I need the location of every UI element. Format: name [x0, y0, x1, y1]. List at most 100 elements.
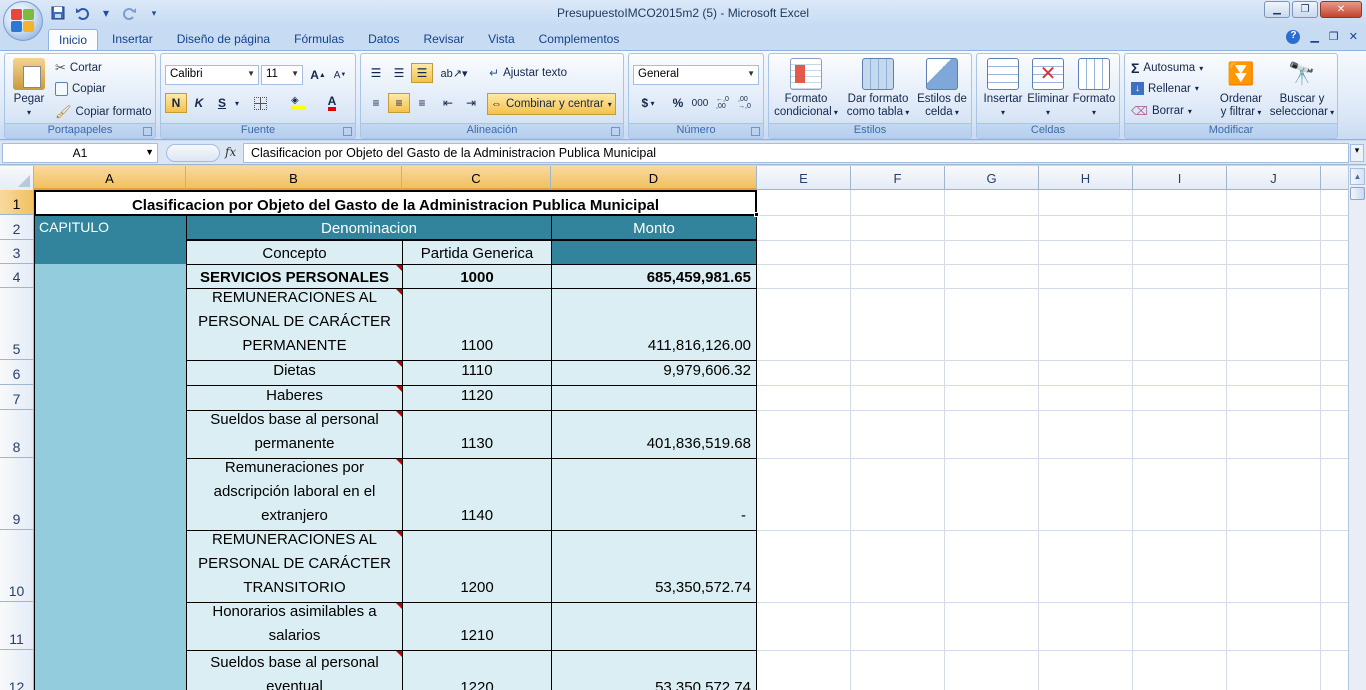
select-all-button[interactable] — [0, 166, 34, 190]
cell-d4[interactable]: 685,459,981.65 — [551, 264, 757, 289]
cell-a4-merged[interactable] — [34, 264, 187, 690]
cell-d8[interactable]: 401,836,519.68 — [551, 410, 757, 459]
cell-c5[interactable]: 1100 — [402, 288, 552, 361]
underline-dropdown-icon[interactable]: ▾ — [231, 93, 243, 113]
increase-indent-icon[interactable]: ⇥ — [460, 93, 482, 113]
tab-datos[interactable]: Datos — [358, 29, 409, 50]
row-header-9[interactable]: 9 — [0, 458, 34, 530]
cell-d10[interactable]: 53,350,572.74 — [551, 530, 757, 603]
cell-d11[interactable] — [551, 602, 757, 651]
font-size-combo[interactable]: 11 ▼ — [261, 65, 303, 85]
font-name-combo[interactable]: Calibri ▼ — [165, 65, 259, 85]
restore-button[interactable]: ❐ — [1292, 1, 1318, 18]
cell-b9[interactable]: Remuneraciones por adscripción laboral en… — [186, 458, 403, 531]
cell-b5[interactable]: REMUNERACIONES AL PERSONAL DE CARÁCTER PER… — [186, 288, 403, 361]
tab-inicio[interactable]: Inicio — [48, 29, 99, 50]
close-workbook-icon[interactable]: ✕ — [1349, 30, 1358, 44]
increase-decimal-button[interactable]: ←,0 ,00 — [715, 93, 737, 113]
dialog-launcher-icon[interactable] — [751, 127, 760, 136]
tab-insertar[interactable]: Insertar — [102, 29, 163, 50]
column-header-d[interactable]: D — [551, 166, 757, 190]
cell-b12[interactable]: Sueldos base al personal eventual — [186, 650, 403, 690]
minimize-workbook-icon[interactable]: ▁ — [1310, 30, 1318, 44]
copy-button[interactable]: Copiar — [55, 82, 106, 96]
orientation-icon[interactable]: ab↗▾ — [439, 63, 469, 83]
tab-revisar[interactable]: Revisar — [413, 29, 474, 50]
merge-center-button[interactable]: ⇔ Combinar y centrar ▾ — [487, 93, 616, 115]
cell-c6[interactable]: 1110 — [402, 360, 552, 386]
name-box[interactable]: A1 ▼ — [2, 143, 158, 163]
clear-button[interactable]: ⌫ Borrar ▾ — [1131, 104, 1192, 118]
column-header-c[interactable]: C — [402, 166, 551, 190]
delete-cells-button[interactable]: ✕ Eliminar ▾ — [1025, 58, 1071, 119]
autosum-button[interactable]: Σ Autosuma ▾ — [1131, 60, 1203, 76]
insert-cells-button[interactable]: Insertar ▾ — [979, 58, 1027, 119]
formula-bar-handle-icon[interactable] — [166, 144, 220, 162]
column-header-i[interactable]: I — [1133, 166, 1227, 190]
row-header-1[interactable]: 1 — [0, 190, 34, 215]
cell-b6[interactable]: Dietas — [186, 360, 403, 386]
scroll-up-icon[interactable]: ▲ — [1350, 168, 1365, 185]
sort-filter-button[interactable]: ⏬ Ordenar y filtrar ▾ — [1213, 58, 1269, 119]
minimize-button[interactable]: ▁ — [1264, 1, 1290, 18]
cell-c3-partida[interactable]: Partida Generica — [402, 240, 552, 265]
tab-vista[interactable]: Vista — [478, 29, 524, 50]
column-header-e[interactable]: E — [757, 166, 851, 190]
dialog-launcher-icon[interactable] — [343, 127, 352, 136]
cell-b8[interactable]: Sueldos base al personal permanente — [186, 410, 403, 459]
currency-button[interactable]: $ ▾ — [633, 93, 663, 113]
dialog-launcher-icon[interactable] — [143, 127, 152, 136]
align-right-icon[interactable]: ≡ — [411, 93, 433, 113]
fill-button[interactable]: ↓ Rellenar ▾ — [1131, 82, 1199, 95]
row-header-4[interactable]: 4 — [0, 264, 34, 288]
shrink-font-button[interactable]: A ▼ — [329, 65, 351, 85]
cell-d3[interactable] — [551, 240, 757, 265]
column-header-b[interactable]: B — [186, 166, 402, 190]
tab-complementos[interactable]: Complementos — [529, 29, 630, 50]
column-header-a[interactable]: A — [34, 166, 186, 190]
format-painter-button[interactable]: 🖌 Copiar formato — [55, 104, 152, 120]
formula-input[interactable]: Clasificacion por Objeto del Gasto de la… — [243, 143, 1349, 163]
number-format-combo[interactable]: General ▼ — [633, 65, 759, 85]
insert-function-button[interactable]: fx — [225, 145, 236, 159]
tab-formulas[interactable]: Fórmulas — [284, 29, 354, 50]
cell-b11[interactable]: Honorarios asimilables a salarios — [186, 602, 403, 651]
cell-d9[interactable]: - — [551, 458, 757, 531]
tab-diseno-pagina[interactable]: Diseño de página — [167, 29, 280, 50]
cell-c8[interactable]: 1130 — [402, 410, 552, 459]
fill-handle[interactable] — [754, 212, 759, 217]
cell-d6[interactable]: 9,979,606.32 — [551, 360, 757, 386]
expand-formula-bar-icon[interactable]: ▾ — [1350, 144, 1364, 162]
row-header-3[interactable]: 3 — [0, 240, 34, 264]
row-header-12[interactable]: 12 — [0, 650, 34, 690]
bold-button[interactable]: N — [165, 93, 187, 113]
percent-button[interactable]: % — [667, 93, 689, 113]
cut-button[interactable]: ✂ Cortar — [55, 60, 102, 76]
restore-workbook-icon[interactable]: ❐ — [1329, 30, 1339, 44]
cell-b7[interactable]: Haberes — [186, 385, 403, 411]
row-header-10[interactable]: 10 — [0, 530, 34, 602]
close-button[interactable]: ✕ — [1320, 1, 1362, 18]
cell-d5[interactable]: 411,816,126.00 — [551, 288, 757, 361]
cell-b3-concepto[interactable]: Concepto — [186, 240, 403, 265]
italic-button[interactable]: K — [188, 93, 210, 113]
chevron-down-icon[interactable]: ▼ — [145, 147, 154, 157]
paste-button[interactable]: Pegar ▾ — [9, 58, 49, 119]
scroll-thumb[interactable] — [1350, 187, 1365, 200]
decrease-indent-icon[interactable]: ⇤ — [437, 93, 459, 113]
borders-button[interactable] — [249, 93, 271, 113]
row-header-7[interactable]: 7 — [0, 385, 34, 410]
font-color-button[interactable]: A — [321, 93, 343, 113]
underline-button[interactable]: S — [211, 93, 233, 113]
column-header-h[interactable]: H — [1039, 166, 1133, 190]
cell-b4[interactable]: SERVICIOS PERSONALES — [186, 264, 403, 289]
align-middle-icon[interactable]: ☰ — [388, 63, 410, 83]
dialog-launcher-icon[interactable] — [611, 127, 620, 136]
align-left-icon[interactable]: ≡ — [365, 93, 387, 113]
cell-c12[interactable]: 1220 — [402, 650, 552, 690]
column-header-g[interactable]: G — [945, 166, 1039, 190]
cell-b2-denominacion[interactable]: Denominacion — [186, 215, 552, 240]
row-header-11[interactable]: 11 — [0, 602, 34, 650]
cell-c10[interactable]: 1200 — [402, 530, 552, 603]
help-icon[interactable]: ? — [1286, 30, 1301, 44]
